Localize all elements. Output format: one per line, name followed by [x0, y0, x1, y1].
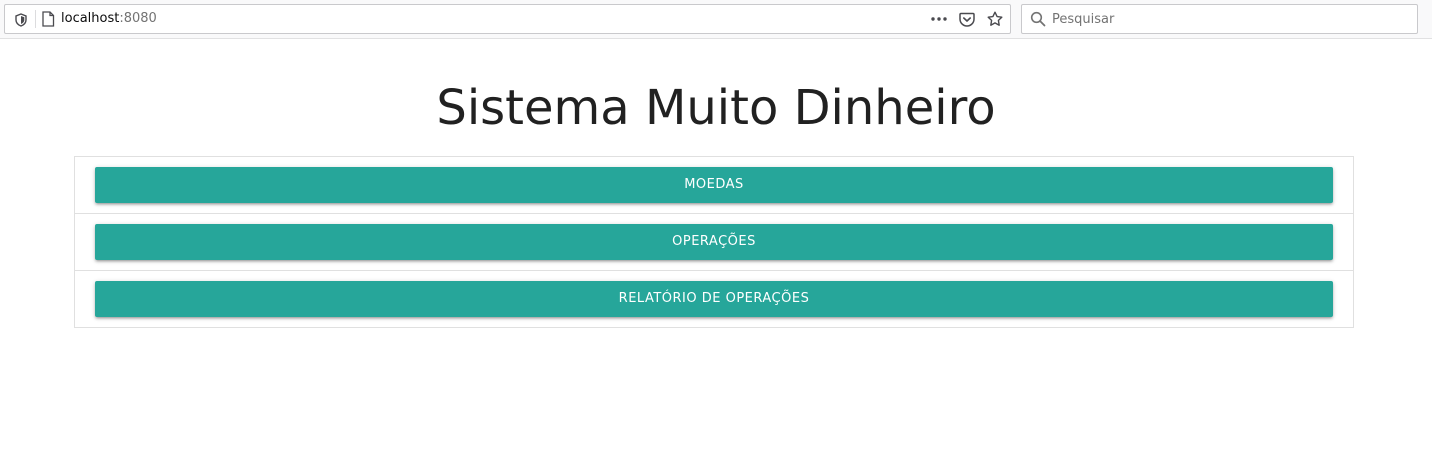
- url-host: localhost: [61, 11, 120, 26]
- moedas-button[interactable]: MOEDAS: [95, 167, 1333, 203]
- menu-row: OPERAÇÕES: [75, 214, 1353, 271]
- url-separator: [35, 10, 36, 28]
- more-actions-icon[interactable]: [930, 10, 948, 28]
- url-actions: [930, 10, 1004, 28]
- url-text[interactable]: localhost:8080: [61, 11, 157, 27]
- search-bar[interactable]: [1021, 4, 1418, 34]
- menu-row: RELATÓRIO DE OPERAÇÕES: [75, 271, 1353, 328]
- bookmark-star-icon[interactable]: [986, 10, 1004, 28]
- search-input[interactable]: [1052, 10, 1407, 28]
- url-bar[interactable]: localhost:8080: [4, 4, 1011, 34]
- menu-panel: MOEDAS OPERAÇÕES RELATÓRIO DE OPERAÇÕES: [74, 156, 1354, 328]
- page-icon[interactable]: [41, 11, 55, 27]
- shield-icon[interactable]: [14, 12, 28, 27]
- browser-toolbar: localhost:8080: [0, 0, 1432, 39]
- relatorio-operacoes-button[interactable]: RELATÓRIO DE OPERAÇÕES: [95, 281, 1333, 317]
- pocket-icon[interactable]: [958, 10, 976, 28]
- search-icon: [1030, 11, 1046, 27]
- page-title: Sistema Muito Dinheiro: [436, 80, 996, 136]
- menu-row: MOEDAS: [75, 157, 1353, 214]
- operacoes-button[interactable]: OPERAÇÕES: [95, 224, 1333, 260]
- url-port: :8080: [119, 11, 157, 26]
